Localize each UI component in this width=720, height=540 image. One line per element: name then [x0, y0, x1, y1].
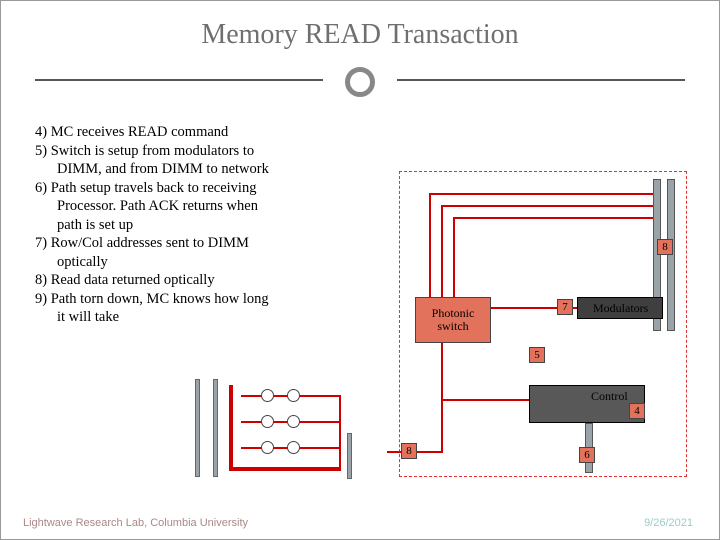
badge-5: 5	[529, 347, 545, 363]
badge-6: 6	[579, 447, 595, 463]
slide: Memory READ Transaction 4) MC receives R…	[0, 0, 720, 540]
badge-8-upper: 8	[657, 239, 673, 255]
step-5a: 5) Switch is setup from modulators to	[35, 142, 375, 161]
wire-sw-down	[441, 343, 443, 453]
step-6a: 6) Path setup travels back to receiving	[35, 179, 375, 198]
wire-left-v2	[441, 205, 443, 297]
step-8: 8) Read data returned optically	[35, 271, 375, 290]
ornament-line-left	[35, 79, 323, 81]
inset-row1-c1	[261, 389, 274, 402]
footer-date: 9/26/2021	[644, 517, 693, 529]
inset-red-v	[229, 385, 233, 471]
main-diagram: Photonic switch Modulators 7 8 5 Control…	[399, 171, 689, 481]
footer-affiliation: Lightwave Research Lab, Columbia Univers…	[23, 517, 248, 529]
inset-bar-2	[213, 379, 218, 477]
control-label: Control	[591, 389, 628, 404]
title-area: Memory READ Transaction	[1, 1, 719, 51]
photonic-switch-box: Photonic switch	[415, 297, 491, 343]
inset-diagram	[171, 375, 361, 485]
step-4: 4) MC receives READ command	[35, 123, 375, 142]
title-ornament	[1, 61, 719, 101]
badge-7: 7	[557, 299, 573, 315]
inset-bar-1	[195, 379, 200, 477]
step-list: 4) MC receives READ command 5) Switch is…	[35, 123, 375, 327]
step-9a: 9) Path torn down, MC knows how long	[35, 290, 375, 309]
badge-4: 4	[629, 403, 645, 419]
inset-row3-c2	[287, 441, 300, 454]
step-6b: Processor. Path ACK returns when	[35, 197, 375, 216]
ornament-circle-icon	[345, 67, 375, 97]
wire-to-control	[441, 399, 529, 401]
inset-red-h	[229, 467, 339, 471]
step-9b: it will take	[35, 308, 375, 327]
inset-row1-c2	[287, 389, 300, 402]
wire-top-3	[453, 217, 653, 219]
wire-top-1	[429, 193, 653, 195]
inset-bar-right	[347, 433, 352, 479]
step-6c: path is set up	[35, 216, 375, 235]
photonic-switch-label-2: switch	[416, 320, 490, 333]
wire-left-v3	[453, 217, 455, 297]
ornament-line-right	[397, 79, 685, 81]
inset-row3-c1	[261, 441, 274, 454]
modulators-label: Modulators	[593, 301, 648, 316]
wire-left-v1	[429, 193, 431, 297]
step-7b: optically	[35, 253, 375, 272]
inset-row2-c2	[287, 415, 300, 428]
slide-title: Memory READ Transaction	[1, 19, 719, 51]
step-5b: DIMM, and from DIMM to network	[35, 160, 375, 179]
wire-top-2	[441, 205, 653, 207]
step-7a: 7) Row/Col addresses sent to DIMM	[35, 234, 375, 253]
inset-row2-c1	[261, 415, 274, 428]
bar-vert-2	[667, 179, 675, 331]
inset-red-right-v	[339, 395, 341, 471]
badge-8-lower: 8	[401, 443, 417, 459]
